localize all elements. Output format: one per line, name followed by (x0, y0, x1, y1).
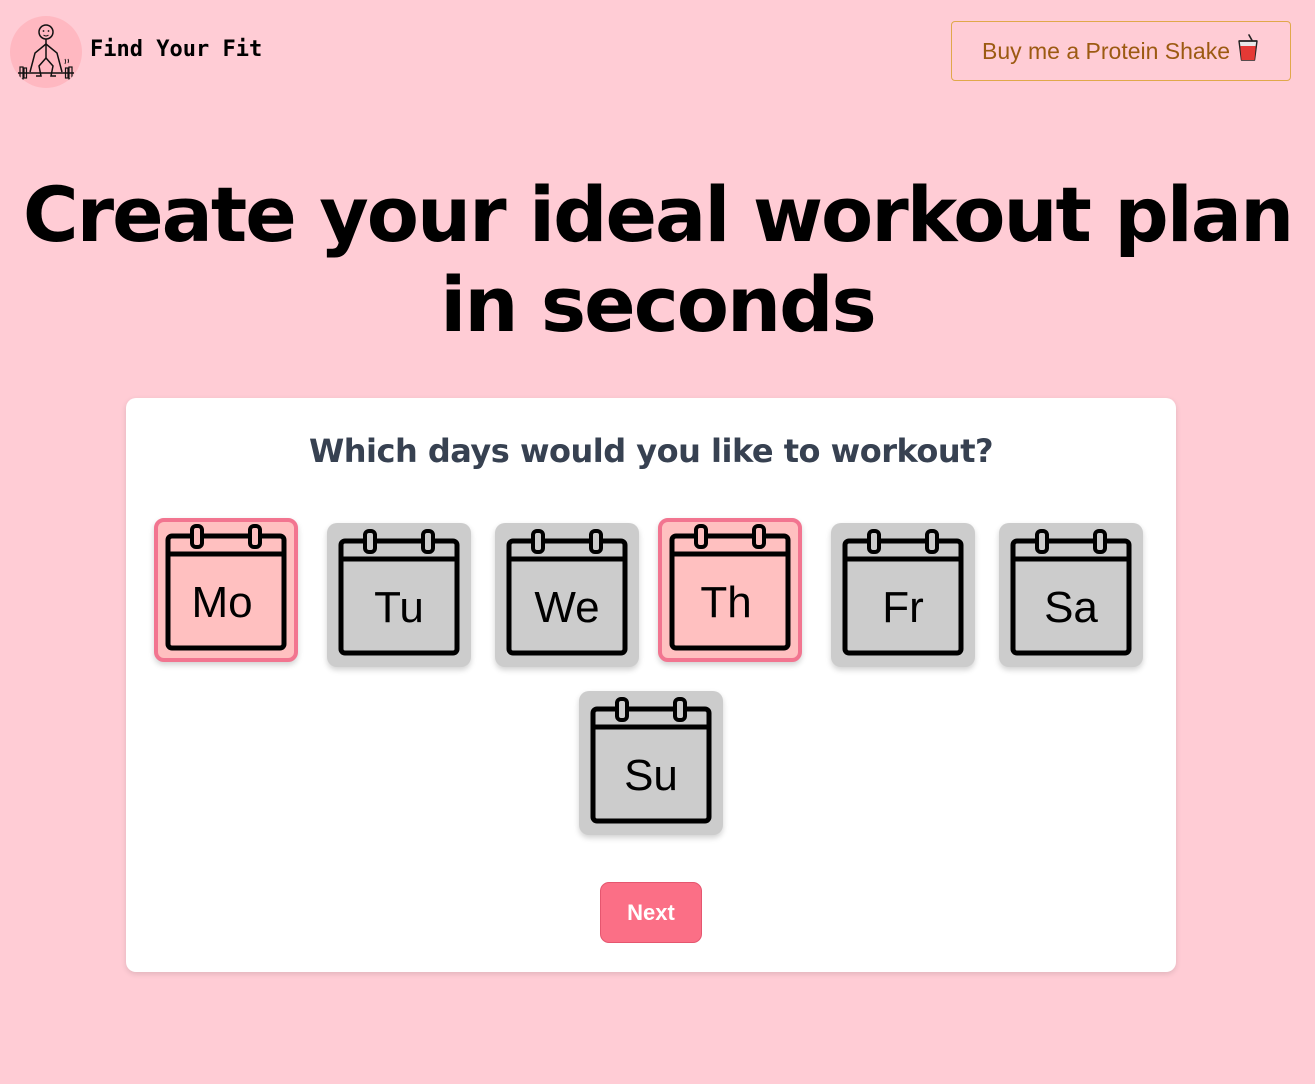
day-selection-card: Which days would you like to workout? Mo… (126, 398, 1176, 972)
protein-shake-cup-icon (1236, 34, 1260, 68)
next-button[interactable]: Next (600, 882, 702, 943)
buy-protein-shake-button[interactable]: Buy me a Protein Shake (951, 21, 1291, 81)
next-button-label: Next (627, 899, 675, 925)
brand-name: Find Your Fit (90, 36, 263, 62)
day-selection-question: Which days would you like to workout? (308, 432, 994, 470)
day-option-label: Su (624, 751, 678, 800)
day-option-friday[interactable]: Fr (831, 523, 975, 667)
day-option-label: Mo (191, 578, 253, 627)
day-option-label: Fr (882, 583, 924, 632)
day-option-tuesday[interactable]: Tu (327, 523, 471, 667)
day-option-label: Tu (374, 583, 424, 632)
day-option-label: Th (700, 578, 752, 627)
day-option-wednesday[interactable]: We (495, 523, 639, 667)
day-option-thursday[interactable]: Th (658, 518, 802, 662)
page-title: Create your ideal workout plan in second… (0, 170, 1315, 350)
day-option-label: Sa (1044, 583, 1098, 632)
day-option-monday[interactable]: Mo (154, 518, 298, 662)
day-option-label: We (534, 583, 600, 632)
page-title-line-1: Create your ideal workout plan (22, 170, 1294, 259)
page-title-line-2: in seconds (440, 260, 876, 349)
stick-figure-lifter-icon (10, 16, 82, 88)
day-option-saturday[interactable]: Sa (999, 523, 1143, 667)
day-option-sunday[interactable]: Su (579, 691, 723, 835)
brand[interactable]: Find Your Fit (10, 16, 262, 88)
buy-protein-shake-label: Buy me a Protein Shake (981, 37, 1231, 64)
